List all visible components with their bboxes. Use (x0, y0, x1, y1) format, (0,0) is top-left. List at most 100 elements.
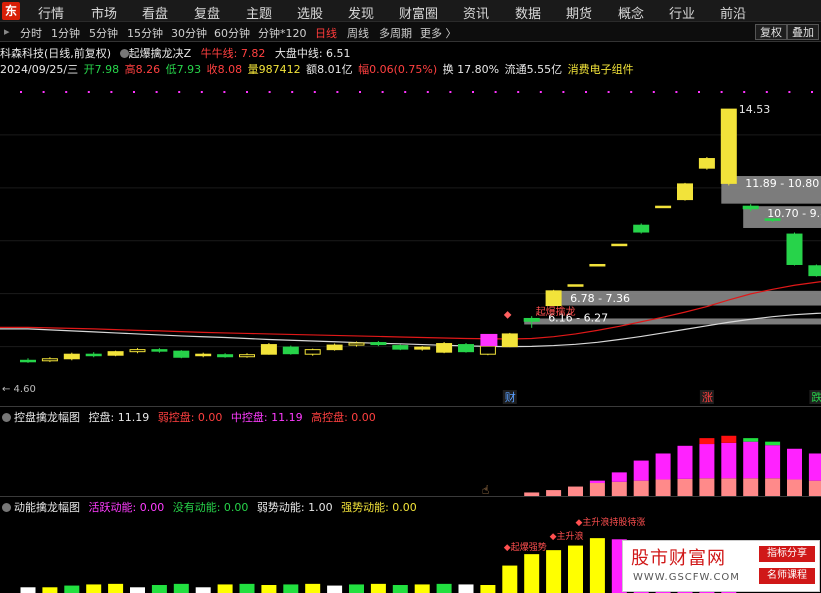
control-bar-mid (677, 445, 693, 479)
panel3-settings-icon[interactable] (2, 503, 11, 512)
guide-dot (472, 91, 474, 93)
control-bar-top (699, 438, 715, 445)
price-zone-label: 6.78 - 7.36 (570, 292, 630, 305)
momentum-annotation: ◆主升浪持股待涨 (576, 516, 646, 528)
momentum-bar (502, 565, 518, 593)
control-bar-base (765, 478, 781, 496)
candle-body (786, 233, 803, 265)
period-multi[interactable]: 多周期 (379, 25, 412, 41)
quote-amount: 额8.01亿 (306, 63, 353, 76)
price-zone-label: 10.70 - 9.84 (767, 207, 821, 220)
menu-item-review[interactable]: 复盘 (194, 3, 220, 22)
mid-line-value: 大盘中线: 6.51 (274, 47, 351, 60)
period-intraday[interactable]: 分时 (20, 25, 42, 41)
indicator-settings-icon[interactable] (119, 49, 129, 58)
app-logo-icon[interactable]: 东 (2, 2, 20, 20)
main-candlestick-chart[interactable]: 11.89 - 10.8010.70 - 9.846.78 - 7.366.16… (0, 76, 821, 406)
momentum-bar (524, 554, 540, 593)
guide-dot (268, 91, 271, 93)
momentum-bar (173, 583, 189, 593)
momentum-bar (20, 587, 36, 593)
menu-item-futures[interactable]: 期货 (566, 3, 592, 22)
period-daily[interactable]: 日线 (315, 25, 337, 41)
menu-item-frontier[interactable]: 前沿 (720, 3, 746, 22)
menu-item-news[interactable]: 资讯 (463, 3, 489, 22)
period-60min[interactable]: 60分钟 (214, 25, 250, 41)
guide-dot (200, 91, 203, 93)
period-120min[interactable]: 分钟*120 (258, 25, 307, 41)
menu-item-data[interactable]: 数据 (515, 3, 541, 22)
guide-dot (381, 91, 384, 93)
menu-item-discover[interactable]: 发现 (348, 3, 374, 22)
panel2-title[interactable]: 控盘擒龙幅图 (14, 411, 80, 424)
quote-turnover: 换 17.80% (442, 63, 500, 76)
period-1min[interactable]: 1分钟 (51, 25, 80, 41)
watermark-tag-course: 名师课程 (759, 568, 815, 584)
panel3-title[interactable]: 动能擒龙幅图 (14, 501, 80, 514)
candle-body (85, 353, 102, 357)
indicator-name[interactable]: 起爆擒龙决Z (129, 47, 192, 60)
control-bar-base (568, 486, 583, 496)
candle-body (260, 344, 277, 355)
control-amplitude-chart[interactable]: ☝ (0, 424, 821, 496)
guide-dot (291, 91, 294, 93)
menu-item-market[interactable]: 市场 (91, 3, 117, 22)
control-bar-base (787, 479, 802, 496)
adjust-button[interactable]: 复权 (755, 24, 787, 40)
control-bar-mid (808, 453, 821, 481)
momentum-bar (305, 583, 321, 593)
guide-dot (607, 91, 610, 93)
menu-item-wealth-circle[interactable]: 财富圈 (399, 3, 438, 22)
momentum-bar (108, 583, 124, 593)
menu-item-quotes[interactable]: 行情 (38, 3, 64, 22)
guide-dot (675, 91, 678, 93)
guide-dot (110, 91, 113, 93)
period-more[interactable]: 更多 〉 (420, 25, 457, 41)
quote-float-cap: 流通5.55亿 (504, 63, 563, 76)
quote-volume: 量987412 (247, 63, 301, 76)
panel2-settings-icon[interactable] (2, 413, 11, 422)
control-bar-base (589, 483, 605, 496)
overlay-button[interactable]: 叠加 (787, 24, 819, 40)
event-marker: 跌 (811, 390, 821, 404)
candle-body (808, 265, 821, 277)
candle-body (239, 354, 255, 358)
menu-item-view[interactable]: 看盘 (142, 3, 168, 22)
quote-open: 开7.98 (83, 63, 120, 76)
quote-sector[interactable]: 消费电子组件 (568, 63, 634, 76)
period-arrow-icon[interactable]: ▸ (4, 25, 10, 38)
guide-dot (20, 91, 22, 93)
candle-body (392, 345, 409, 350)
guide-dot (743, 91, 746, 93)
panel3-header: 动能擒龙幅图 活跃动能: 0.00 没有动能: 0.00 弱势动能: 1.00 … (2, 499, 417, 515)
guide-dot (652, 91, 655, 93)
momentum-bar (458, 584, 474, 593)
candle-body (41, 358, 58, 362)
period-weekly[interactable]: 周线 (347, 25, 369, 41)
candle-body (501, 333, 518, 348)
period-30min[interactable]: 30分钟 (171, 25, 207, 41)
momentum-annotation: ◆起爆强势 (504, 541, 547, 553)
panel2-field-mid: 中控盘: 11.19 (230, 411, 303, 424)
price-zone-label: 11.89 - 10.80 (745, 177, 819, 190)
period-15min[interactable]: 15分钟 (127, 25, 163, 41)
menu-item-stock-picker[interactable]: 选股 (297, 3, 323, 22)
control-bar-base (743, 478, 759, 496)
menu-item-theme[interactable]: 主题 (246, 3, 272, 22)
candle-body (195, 353, 212, 357)
guide-dot (336, 91, 339, 93)
guide-dot (155, 91, 158, 93)
quote-low: 低7.93 (165, 63, 202, 76)
period-5min[interactable]: 5分钟 (89, 25, 118, 41)
panel3-field-weak: 弱势动能: 1.00 (256, 501, 333, 514)
guide-dot (539, 91, 542, 93)
panel2-field-weak: 弱控盘: 0.00 (157, 411, 223, 424)
control-bar-base (699, 478, 715, 496)
guide-dot (246, 91, 248, 93)
control-bar-mid (743, 441, 759, 479)
menu-item-concepts[interactable]: 概念 (618, 3, 644, 22)
candle-body (523, 317, 540, 322)
panel2-header: 控盘擒龙幅图 控盘: 11.19 弱控盘: 0.00 中控盘: 11.19 高控… (2, 409, 376, 425)
bull-line-value: 牛牛线: 7.82 (200, 47, 266, 60)
menu-item-industry[interactable]: 行业 (669, 3, 695, 22)
